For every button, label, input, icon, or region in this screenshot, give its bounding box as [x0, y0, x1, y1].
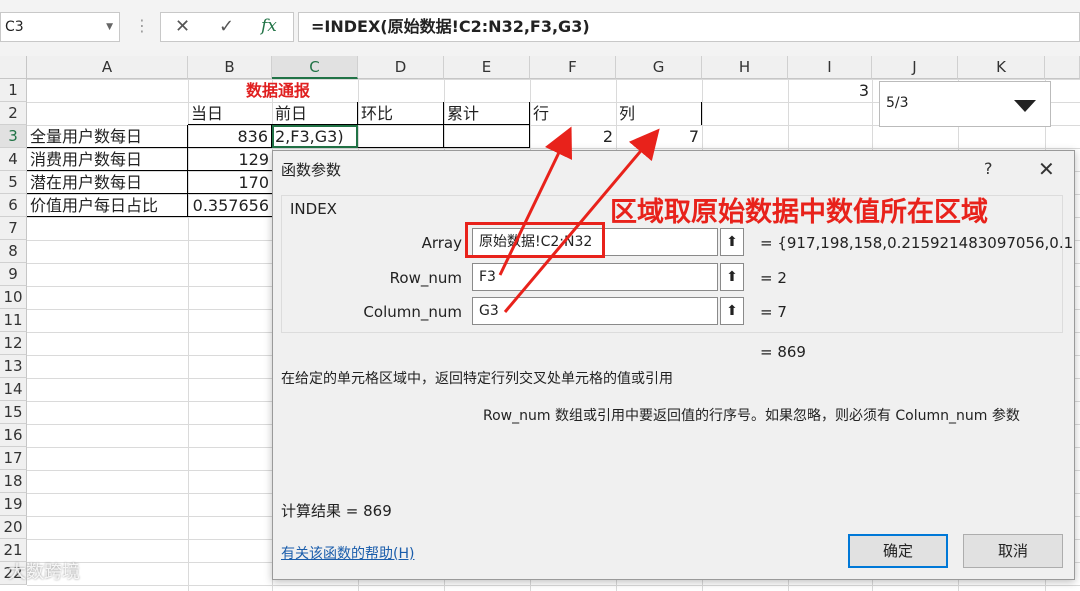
annotation-arrows [498, 126, 660, 313]
watermark: 大数跨境 [8, 562, 80, 583]
arrow-row [498, 126, 573, 276]
arrow-column [503, 128, 660, 313]
